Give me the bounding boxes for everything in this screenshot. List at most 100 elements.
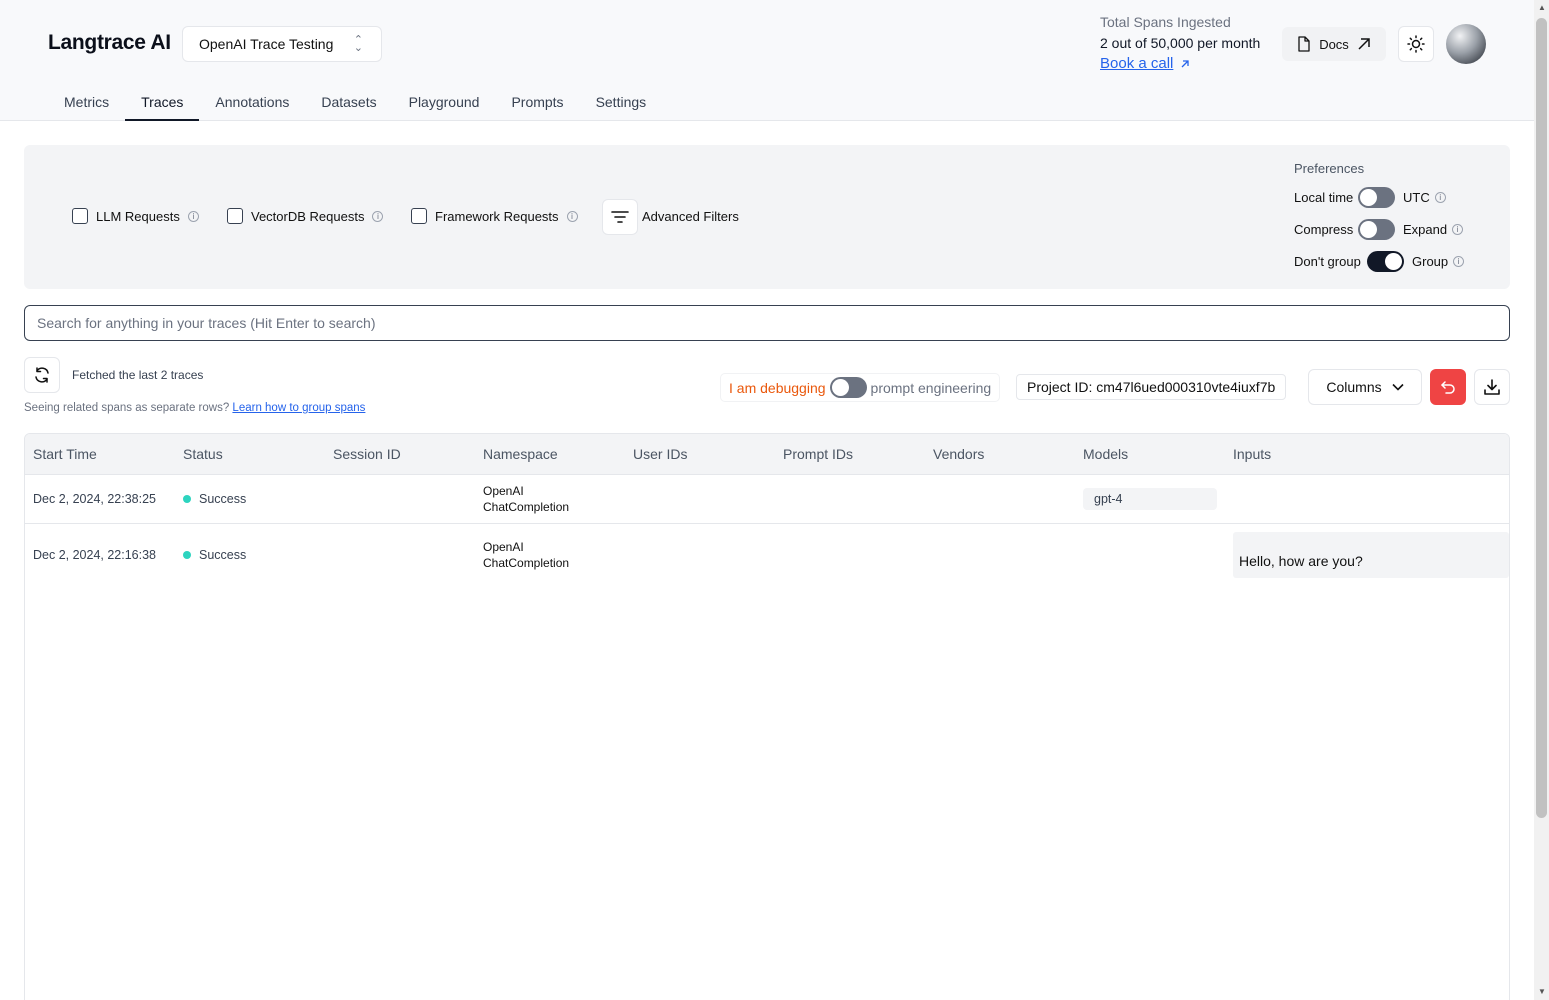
column-header[interactable]: Models (1075, 446, 1225, 462)
success-dot (183, 551, 191, 559)
status-text: Success (199, 548, 247, 562)
brand-logo[interactable]: Langtrace AI (48, 31, 171, 55)
column-header[interactable]: User IDs (625, 446, 775, 462)
expand-label: Expand (1403, 221, 1448, 237)
book-call-label: Book a call (1100, 55, 1174, 72)
info-icon[interactable]: i (566, 210, 578, 222)
utc-toggle[interactable] (1358, 186, 1395, 208)
tab-prompts[interactable]: Prompts (495, 84, 579, 121)
table-row[interactable]: Dec 2, 2024, 22:38:25 Success OpenAI Cha… (25, 475, 1509, 524)
debugging-label: I am debugging (729, 379, 826, 396)
docs-label: Docs (1319, 36, 1349, 52)
prompt-engineering-label: prompt engineering (870, 379, 992, 396)
column-header[interactable]: Status (175, 446, 325, 462)
status-text: Success (199, 492, 247, 506)
info-icon[interactable]: i (1434, 191, 1446, 203)
compress-label: Compress (1294, 221, 1354, 237)
project-name: OpenAI Trace Testing (199, 36, 334, 52)
table-row[interactable]: Dec 2, 2024, 22:16:38 Success OpenAI Cha… (25, 524, 1509, 586)
llm-requests-filter[interactable]: LLM Requests i (72, 208, 199, 224)
download-button[interactable] (1474, 369, 1510, 405)
vectordb-requests-checkbox[interactable] (227, 208, 243, 224)
group-toggle[interactable] (1367, 250, 1404, 272)
scroll-up-icon[interactable]: ▲ (1538, 4, 1546, 12)
info-icon[interactable]: i (1452, 223, 1464, 235)
tab-traces[interactable]: Traces (125, 84, 200, 121)
traces-table: Start Time Status Session ID Namespace U… (24, 433, 1510, 1000)
preferences-title: Preferences (1294, 161, 1365, 176)
namespace-cell: OpenAI ChatCompletion (475, 539, 625, 571)
tab-metrics[interactable]: Metrics (48, 84, 125, 121)
advanced-filters-label[interactable]: Advanced Filters (642, 209, 739, 224)
download-icon (1484, 379, 1500, 395)
column-header[interactable]: Namespace (475, 446, 625, 462)
group-label: Group (1412, 253, 1449, 269)
mode-toggle[interactable] (829, 377, 867, 398)
mode-switch: I am debugging prompt engineering (720, 373, 1001, 402)
sun-icon (1407, 35, 1425, 53)
external-arrow-icon (1181, 59, 1190, 67)
models-cell: gpt-4 (1075, 488, 1225, 510)
start-time-cell: Dec 2, 2024, 22:16:38 (33, 548, 157, 562)
theme-toggle-button[interactable] (1398, 26, 1434, 62)
group-spans-hint-text: Seeing related spans as separate rows? (24, 402, 230, 414)
vectordb-requests-label: VectorDB Requests (251, 208, 365, 224)
column-header[interactable]: Vendors (925, 446, 1075, 462)
book-call-link[interactable]: Book a call (1100, 55, 1260, 72)
document-icon (1298, 36, 1310, 52)
inputs-cell: Hello, how are you? (1233, 532, 1509, 578)
project-selector[interactable]: OpenAI Trace Testing ⌃ ⌄ (182, 26, 382, 62)
vectordb-requests-filter[interactable]: VectorDB Requests i (227, 208, 384, 224)
llm-requests-checkbox[interactable] (72, 208, 88, 224)
model-badge: gpt-4 (1083, 488, 1217, 510)
llm-requests-label: LLM Requests (96, 208, 180, 224)
info-icon[interactable]: i (187, 210, 199, 222)
filter-icon (611, 211, 629, 223)
advanced-filters-button[interactable] (602, 199, 638, 235)
tab-playground[interactable]: Playground (393, 84, 496, 121)
refresh-button[interactable] (24, 357, 60, 393)
chevron-down-icon (1392, 383, 1404, 391)
spans-usage: Total Spans Ingested 2 out of 50,000 per… (1100, 14, 1260, 72)
framework-requests-checkbox[interactable] (411, 208, 427, 224)
expand-toggle[interactable] (1358, 218, 1395, 240)
group-preference: Don't group Group i (1294, 250, 1465, 272)
tab-settings[interactable]: Settings (580, 84, 663, 121)
time-preference: Local time UTC i (1294, 186, 1464, 208)
columns-button[interactable]: Columns (1308, 369, 1422, 405)
status-cell: Success (175, 548, 325, 562)
learn-group-spans-link[interactable]: Learn how to group spans (232, 402, 365, 414)
success-dot (183, 495, 191, 503)
spans-label: Total Spans Ingested (1100, 14, 1231, 30)
column-header[interactable]: Prompt IDs (775, 446, 925, 462)
namespace-vendor: OpenAI (483, 484, 524, 498)
namespace-operation: ChatCompletion (483, 500, 570, 514)
chevron-up-down-icon: ⌃ ⌄ (353, 34, 363, 54)
undo-icon (1441, 381, 1455, 394)
docs-button[interactable]: Docs (1282, 27, 1386, 61)
column-header[interactable]: Session ID (325, 446, 475, 462)
column-header[interactable]: Start Time (25, 446, 175, 462)
fetched-status: Fetched the last 2 traces (72, 368, 204, 382)
scroll-down-icon[interactable]: ▼ (1538, 988, 1546, 996)
app-header: Langtrace AI OpenAI Trace Testing ⌃ ⌄ Tot… (0, 0, 1534, 121)
scrollbar-thumb[interactable] (1536, 18, 1547, 818)
external-arrow-icon (1358, 38, 1370, 50)
tab-datasets[interactable]: Datasets (305, 84, 392, 121)
group-spans-hint: Seeing related spans as separate rows? L… (24, 402, 365, 414)
namespace-cell: OpenAI ChatCompletion (475, 483, 625, 515)
info-icon[interactable]: i (372, 210, 384, 222)
info-icon[interactable]: i (1453, 255, 1465, 267)
tab-annotations[interactable]: Annotations (199, 84, 305, 121)
refresh-icon (35, 367, 49, 383)
table-header: Start Time Status Session ID Namespace U… (25, 434, 1509, 475)
search-input[interactable] (24, 305, 1510, 341)
reset-button[interactable] (1430, 369, 1466, 405)
framework-requests-filter[interactable]: Framework Requests i (411, 208, 578, 224)
user-avatar[interactable] (1446, 24, 1486, 64)
page-scrollbar[interactable]: ▲ ▼ (1534, 0, 1549, 1000)
dont-group-label: Don't group (1294, 253, 1361, 269)
namespace-operation: ChatCompletion (483, 556, 570, 570)
project-id-badge[interactable]: Project ID: cm47l6ued000310vte4iuxf7b (1016, 374, 1287, 400)
column-header[interactable]: Inputs (1225, 446, 1375, 462)
